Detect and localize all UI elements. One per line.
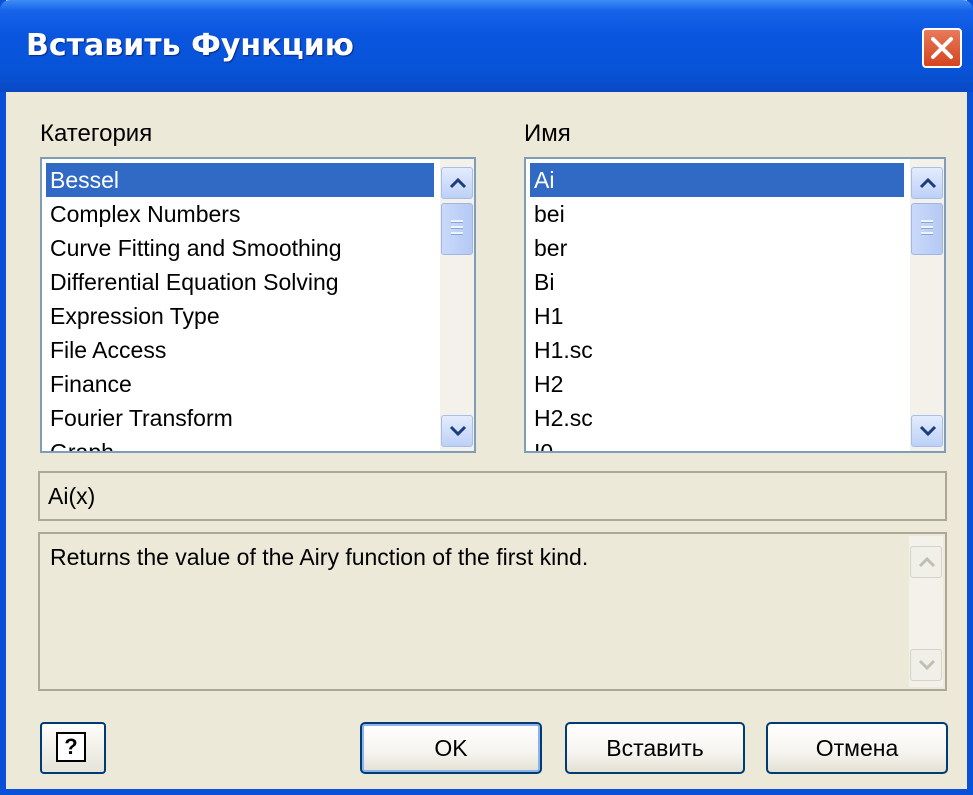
category-item[interactable]: Graph bbox=[46, 435, 434, 451]
name-item[interactable]: H2 bbox=[530, 367, 904, 401]
name-item[interactable]: H2.sc bbox=[530, 401, 904, 435]
name-item[interactable]: bei bbox=[530, 197, 904, 231]
chevron-up-icon bbox=[449, 177, 467, 189]
insert-button[interactable]: Вставить bbox=[565, 722, 745, 774]
category-label: Категория bbox=[40, 120, 153, 147]
scroll-down-button[interactable] bbox=[911, 415, 943, 447]
description-scrollbar[interactable] bbox=[909, 536, 943, 687]
name-item[interactable]: H1 bbox=[530, 299, 904, 333]
scroll-down-button[interactable] bbox=[441, 415, 473, 447]
function-description: Returns the value of the Airy function o… bbox=[50, 544, 589, 570]
category-item[interactable]: Complex Numbers bbox=[46, 197, 434, 231]
function-syntax-field: Ai(x) bbox=[38, 471, 947, 521]
scroll-down-button[interactable] bbox=[910, 649, 942, 681]
scroll-thumb[interactable] bbox=[441, 203, 473, 255]
name-label: Имя bbox=[524, 120, 571, 147]
category-item[interactable]: Bessel bbox=[46, 163, 434, 197]
help-button[interactable]: ? bbox=[40, 722, 106, 774]
title-bar[interactable]: Вставить Функцию bbox=[0, 0, 973, 92]
category-item[interactable]: Curve Fitting and Smoothing bbox=[46, 231, 434, 265]
category-listbox[interactable]: Bessel Complex Numbers Curve Fitting and… bbox=[40, 157, 476, 453]
chevron-down-icon bbox=[919, 425, 937, 437]
name-item[interactable]: H1.sc bbox=[530, 333, 904, 367]
close-icon bbox=[931, 37, 953, 59]
function-description-field: Returns the value of the Airy function o… bbox=[38, 532, 947, 691]
scroll-thumb[interactable] bbox=[911, 203, 943, 255]
window-title: Вставить Функцию bbox=[26, 28, 354, 63]
scroll-up-button[interactable] bbox=[911, 167, 943, 199]
name-scrollbar[interactable] bbox=[910, 159, 944, 451]
chevron-up-icon bbox=[919, 177, 937, 189]
name-item[interactable]: Bi bbox=[530, 265, 904, 299]
category-item[interactable]: Finance bbox=[46, 367, 434, 401]
category-scrollbar[interactable] bbox=[440, 159, 474, 451]
category-item[interactable]: Fourier Transform bbox=[46, 401, 434, 435]
name-item[interactable]: I0 bbox=[530, 435, 904, 451]
chevron-up-icon bbox=[918, 556, 936, 568]
scroll-up-button[interactable] bbox=[910, 546, 942, 578]
chevron-down-icon bbox=[918, 659, 936, 671]
chevron-down-icon bbox=[449, 425, 467, 437]
help-icon: ? bbox=[56, 732, 86, 762]
category-item[interactable]: Differential Equation Solving bbox=[46, 265, 434, 299]
name-item[interactable]: ber bbox=[530, 231, 904, 265]
category-item[interactable]: Expression Type bbox=[46, 299, 434, 333]
function-syntax: Ai(x) bbox=[48, 483, 96, 509]
name-item[interactable]: Ai bbox=[530, 163, 904, 197]
name-listbox[interactable]: Ai bei ber Bi H1 H1.sc H2 H2.sc I0 bbox=[524, 157, 946, 453]
close-button[interactable] bbox=[922, 28, 962, 68]
cancel-button[interactable]: Отмена bbox=[766, 722, 948, 774]
category-item[interactable]: File Access bbox=[46, 333, 434, 367]
scroll-up-button[interactable] bbox=[441, 167, 473, 199]
ok-button[interactable]: OK bbox=[360, 722, 542, 774]
